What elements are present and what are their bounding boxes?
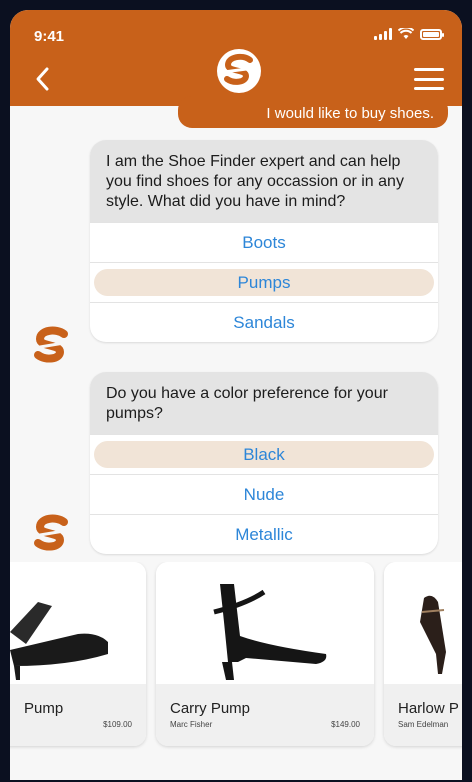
option-sandals[interactable]: Sandals (90, 302, 438, 342)
app-screen: 9:41 I would like to buy shoes. I am the… (10, 10, 462, 780)
battery-icon (420, 28, 444, 40)
option-nude[interactable]: Nude (90, 474, 438, 514)
bot-question-color: Do you have a color preference for your … (90, 372, 438, 554)
product-info: Harlow P Sam Edelman (384, 684, 462, 746)
product-info: Carry Pump Marc Fisher $149.00 (156, 684, 374, 746)
product-image (384, 562, 462, 684)
back-button[interactable] (32, 66, 54, 92)
product-price: $149.00 (331, 720, 360, 729)
bot-question-occasion: I am the Shoe Finder expert and can help… (90, 140, 438, 342)
product-price: $109.00 (103, 720, 132, 729)
product-image (10, 562, 146, 684)
product-card[interactable]: Harlow P Sam Edelman (384, 562, 462, 746)
product-brand: Marc Fisher (170, 720, 213, 729)
option-metallic[interactable]: Metallic (90, 514, 438, 554)
product-card[interactable]: Carry Pump Marc Fisher $149.00 (156, 562, 374, 746)
user-message: I would like to buy shoes. (178, 96, 448, 128)
product-card[interactable]: Pump $109.00 (10, 562, 146, 746)
product-carousel[interactable]: Pump $109.00 Carry Pump Marc Fisher $149… (10, 562, 462, 750)
option-black[interactable]: Black (90, 434, 438, 474)
product-name: Carry Pump (170, 700, 251, 717)
product-name: Pump (24, 700, 64, 717)
bot-avatar-icon (33, 514, 71, 551)
product-info: Pump $109.00 (10, 684, 146, 746)
status-icons (374, 28, 444, 40)
signal-icon (374, 28, 392, 40)
bot-prompt: I am the Shoe Finder expert and can help… (90, 140, 438, 222)
wifi-icon (398, 28, 414, 39)
option-pumps[interactable]: Pumps (90, 262, 438, 302)
product-brand: Sam Edelman (398, 720, 449, 729)
product-name: Harlow P (398, 700, 459, 717)
app-header: 9:41 (10, 10, 462, 106)
option-boots[interactable]: Boots (90, 222, 438, 262)
product-image (156, 562, 374, 684)
bot-avatar-icon (33, 326, 71, 363)
bot-prompt: Do you have a color preference for your … (90, 372, 438, 434)
shoe-finder-logo (217, 49, 261, 93)
hamburger-menu-icon[interactable] (414, 68, 444, 90)
status-time: 9:41 (34, 28, 65, 45)
